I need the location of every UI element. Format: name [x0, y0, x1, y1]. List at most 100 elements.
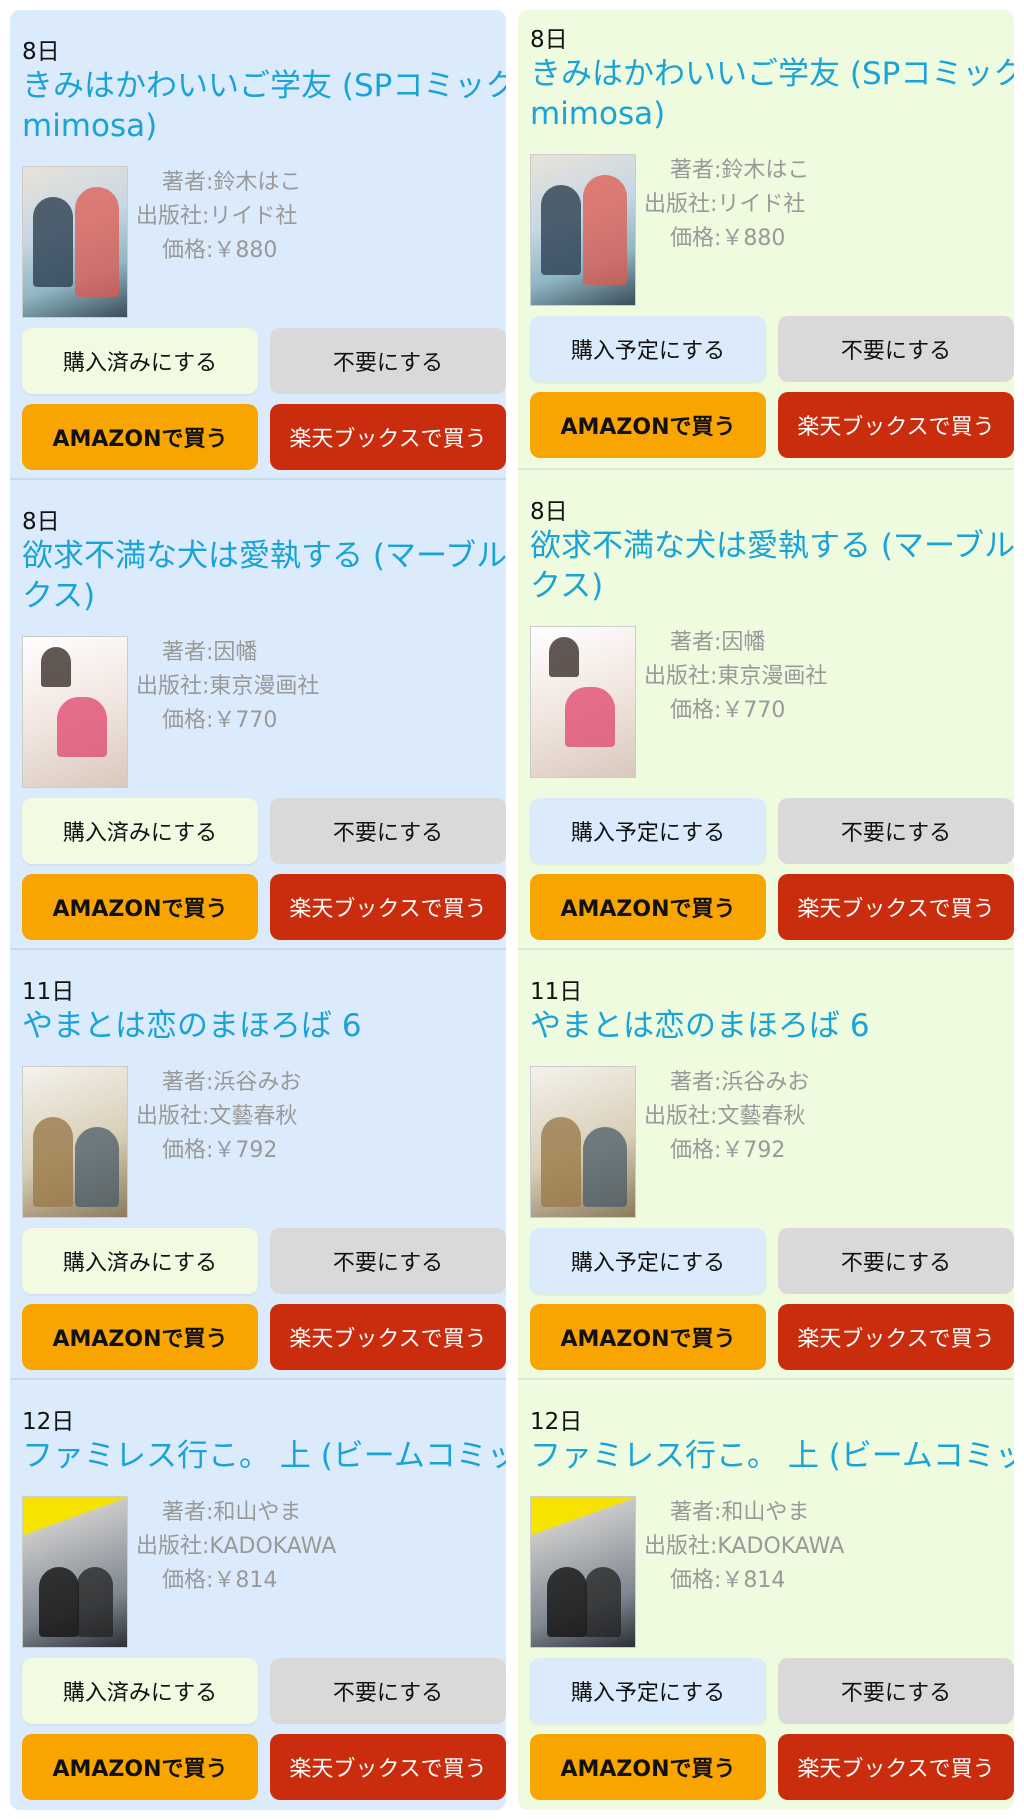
mark-unneeded-button[interactable]: 不要にする: [270, 1658, 506, 1724]
book-author: 著者:因幡: [162, 640, 258, 665]
book-publisher: 出版社:東京漫画社: [644, 664, 828, 689]
release-date: 11日: [22, 979, 75, 1005]
book-cover-image[interactable]: [530, 1496, 636, 1648]
book-meta: 著者:因幡 出版社:東京漫画社 価格:￥770: [644, 626, 827, 728]
book-entry: 12日 ファミレス行こ。 上 (ビームコミックス) 著者:和山やま 出版社:KA…: [10, 1380, 506, 1810]
book-entry: 8日 きみはかわいいご学友 (SPコミックス mimosa) 著者:鈴木はこ 出…: [518, 10, 1014, 470]
book-title-link[interactable]: きみはかわいいご学友 (SPコミックス mimosa): [530, 54, 1014, 134]
book-price: 価格:￥814: [162, 1568, 278, 1593]
book-publisher: 出版社:リイド社: [136, 204, 298, 229]
buy-amazon-button[interactable]: AMAZONで買う: [530, 1304, 766, 1370]
book-meta: 著者:鈴木はこ 出版社:リイド社 価格:￥880: [644, 154, 809, 256]
mark-planned-button[interactable]: 購入予定にする: [530, 798, 766, 864]
book-author: 著者:鈴木はこ: [162, 170, 302, 195]
book-cover-image[interactable]: [22, 166, 128, 318]
release-column-left: 8日 きみはかわいいご学友 (SPコミックス mimosa) 著者:鈴木はこ 出…: [10, 10, 506, 1810]
book-title-line: やまとは恋のまほろば 6: [530, 1008, 870, 1044]
release-date: 8日: [22, 39, 60, 65]
book-author: 著者:因幡: [670, 630, 766, 655]
buy-rakuten-button[interactable]: 楽天ブックスで買う: [270, 874, 506, 940]
buy-amazon-button[interactable]: AMAZONで買う: [22, 874, 258, 940]
mark-purchased-button[interactable]: 購入済みにする: [22, 328, 258, 394]
buy-amazon-button[interactable]: AMAZONで買う: [22, 1304, 258, 1370]
book-price: 価格:￥770: [162, 708, 278, 733]
book-title-line: きみはかわいいご学友 (SPコミックス: [22, 68, 506, 104]
book-entry: 11日 やまとは恋のまほろば 6 著者:浜谷みお 出版社:文藝春秋 価格:￥79…: [10, 950, 506, 1420]
book-publisher: 出版社:東京漫画社: [136, 674, 320, 699]
book-title-link[interactable]: ファミレス行こ。 上 (ビームコミックス): [530, 1436, 1014, 1476]
book-meta: 著者:鈴木はこ 出版社:リイド社 価格:￥880: [136, 166, 301, 268]
release-date: 8日: [22, 509, 60, 535]
book-entry: 8日 欲求不満な犬は愛執する (マーブルコミ クス) 著者:因幡 出版社:東京漫…: [518, 470, 1014, 950]
mark-unneeded-button[interactable]: 不要にする: [270, 798, 506, 864]
mark-unneeded-button[interactable]: 不要にする: [778, 798, 1014, 864]
book-price: 価格:￥880: [162, 238, 278, 263]
mark-unneeded-button[interactable]: 不要にする: [778, 1228, 1014, 1294]
book-title-link[interactable]: 欲求不満な犬は愛執する (マーブルコミ クス): [22, 536, 506, 616]
mark-purchased-button[interactable]: 購入済みにする: [22, 1658, 258, 1724]
mark-unneeded-button[interactable]: 不要にする: [778, 1658, 1014, 1724]
book-author: 著者:鈴木はこ: [670, 158, 810, 183]
buy-rakuten-button[interactable]: 楽天ブックスで買う: [270, 1304, 506, 1370]
book-meta: 著者:因幡 出版社:東京漫画社 価格:￥770: [136, 636, 319, 738]
book-publisher: 出版社:リイド社: [644, 192, 806, 217]
book-publisher: 出版社:文藝春秋: [136, 1104, 298, 1129]
book-price: 価格:￥770: [670, 698, 786, 723]
book-title-line: 欲求不満な犬は愛執する (マーブルコミ: [530, 528, 1014, 564]
mark-planned-button[interactable]: 購入予定にする: [530, 316, 766, 382]
book-meta: 著者:和山やま 出版社:KADOKAWA 価格:￥814: [644, 1496, 844, 1598]
book-entry: 12日 ファミレス行こ。 上 (ビームコミックス) 著者:和山やま 出版社:KA…: [518, 1380, 1014, 1810]
release-list-screen: 8日 きみはかわいいご学友 (SPコミックス mimosa) 著者:鈴木はこ 出…: [0, 0, 1024, 1820]
buy-rakuten-button[interactable]: 楽天ブックスで買う: [778, 874, 1014, 940]
mark-unneeded-button[interactable]: 不要にする: [778, 316, 1014, 382]
book-author: 著者:和山やま: [670, 1500, 810, 1525]
buy-amazon-button[interactable]: AMAZONで買う: [530, 392, 766, 458]
book-title-link[interactable]: やまとは恋のまほろば 6: [530, 1006, 1014, 1046]
book-cover-image[interactable]: [22, 1496, 128, 1648]
book-price: 価格:￥880: [670, 226, 786, 251]
buy-rakuten-button[interactable]: 楽天ブックスで買う: [778, 392, 1014, 458]
mark-purchased-button[interactable]: 購入済みにする: [22, 798, 258, 864]
book-publisher: 出版社:KADOKAWA: [644, 1534, 845, 1559]
book-meta: 著者:和山やま 出版社:KADOKAWA 価格:￥814: [136, 1496, 336, 1598]
book-title-line: クス): [530, 568, 604, 604]
mark-planned-button[interactable]: 購入予定にする: [530, 1658, 766, 1724]
book-title-link[interactable]: ファミレス行こ。 上 (ビームコミックス): [22, 1436, 506, 1476]
buy-amazon-button[interactable]: AMAZONで買う: [22, 404, 258, 470]
buy-rakuten-button[interactable]: 楽天ブックスで買う: [270, 1734, 506, 1800]
buy-amazon-button[interactable]: AMAZONで買う: [530, 1734, 766, 1800]
book-title-line: mimosa): [530, 96, 666, 132]
book-publisher: 出版社:KADOKAWA: [136, 1534, 337, 1559]
release-date: 11日: [530, 979, 583, 1005]
book-meta: 著者:浜谷みお 出版社:文藝春秋 価格:￥792: [644, 1066, 809, 1168]
book-author: 著者:浜谷みお: [670, 1070, 810, 1095]
book-title-line: やまとは恋のまほろば 6: [22, 1008, 362, 1044]
book-title-line: クス): [22, 578, 96, 614]
book-cover-image[interactable]: [530, 154, 636, 306]
book-title-link[interactable]: 欲求不満な犬は愛執する (マーブルコミ クス): [530, 526, 1014, 606]
mark-purchased-button[interactable]: 購入済みにする: [22, 1228, 258, 1294]
book-price: 価格:￥814: [670, 1568, 786, 1593]
release-date: 12日: [530, 1409, 583, 1435]
book-cover-image[interactable]: [530, 626, 636, 778]
book-price: 価格:￥792: [162, 1138, 278, 1163]
mark-planned-button[interactable]: 購入予定にする: [530, 1228, 766, 1294]
buy-rakuten-button[interactable]: 楽天ブックスで買う: [778, 1734, 1014, 1800]
book-author: 著者:浜谷みお: [162, 1070, 302, 1095]
buy-rakuten-button[interactable]: 楽天ブックスで買う: [778, 1304, 1014, 1370]
book-cover-image[interactable]: [22, 636, 128, 788]
buy-rakuten-button[interactable]: 楽天ブックスで買う: [270, 404, 506, 470]
release-date: 8日: [530, 27, 568, 53]
book-cover-image[interactable]: [22, 1066, 128, 1218]
book-title-link[interactable]: やまとは恋のまほろば 6: [22, 1006, 506, 1046]
mark-unneeded-button[interactable]: 不要にする: [270, 328, 506, 394]
buy-amazon-button[interactable]: AMAZONで買う: [530, 874, 766, 940]
book-title-link[interactable]: きみはかわいいご学友 (SPコミックス mimosa): [22, 66, 506, 146]
release-column-right: 8日 きみはかわいいご学友 (SPコミックス mimosa) 著者:鈴木はこ 出…: [518, 10, 1014, 1810]
book-author: 著者:和山やま: [162, 1500, 302, 1525]
buy-amazon-button[interactable]: AMAZONで買う: [22, 1734, 258, 1800]
book-entry: 8日 欲求不満な犬は愛執する (マーブルコミ クス) 著者:因幡 出版社:東京漫…: [10, 480, 506, 950]
book-cover-image[interactable]: [530, 1066, 636, 1218]
book-price: 価格:￥792: [670, 1138, 786, 1163]
mark-unneeded-button[interactable]: 不要にする: [270, 1228, 506, 1294]
